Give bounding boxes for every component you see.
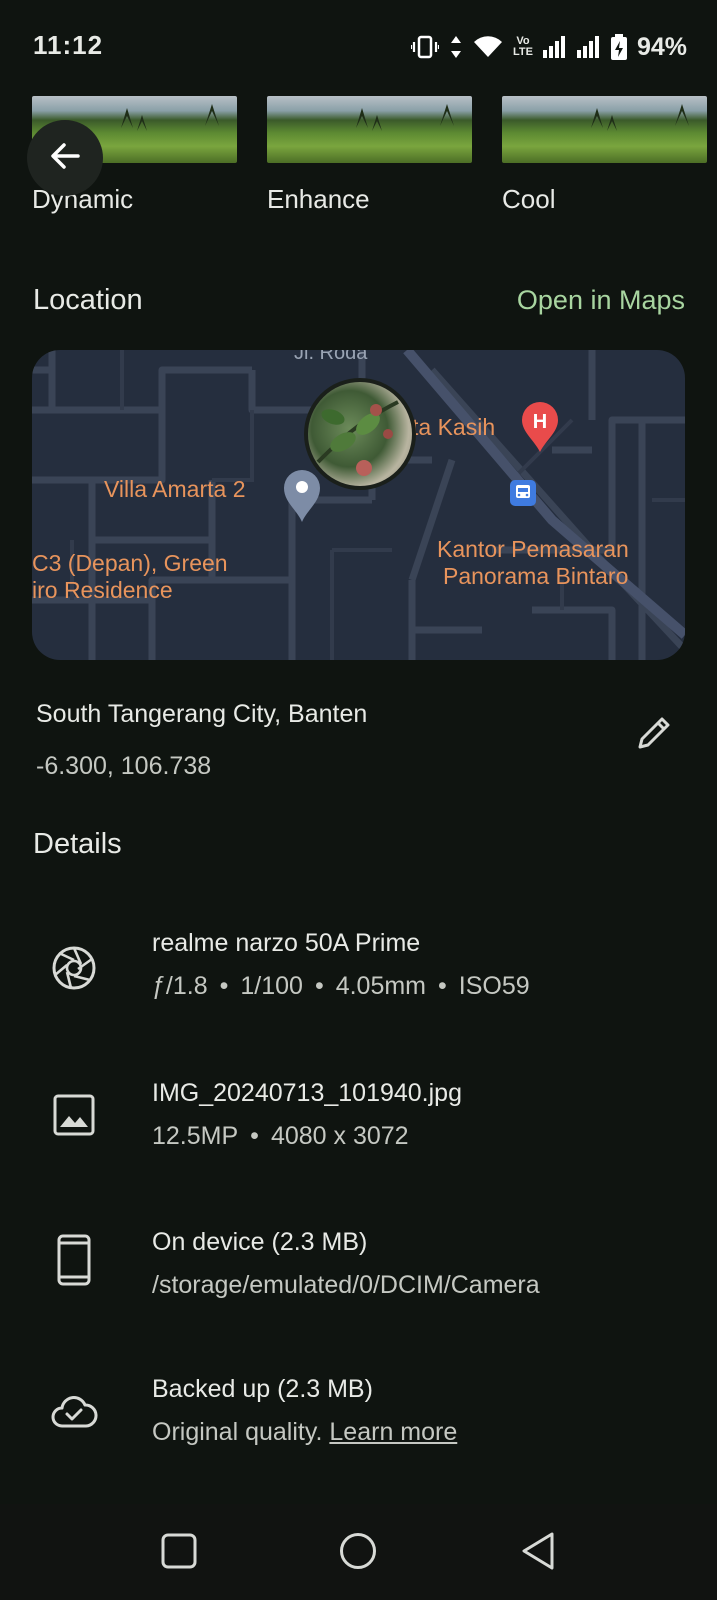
map-label-villa: Villa Amarta 2 xyxy=(104,476,246,502)
status-time: 11:12 xyxy=(33,30,104,60)
map-label-residence-2: iro Residence xyxy=(32,577,173,603)
recents-button[interactable] xyxy=(156,1530,202,1576)
backup-quality-text: Original quality. xyxy=(152,1418,323,1446)
file-detail-row: IMG_20240713_101940.jpg 12.5MP • 4080 x 30… xyxy=(0,1079,717,1195)
back-button[interactable] xyxy=(27,120,103,196)
map-label-office-2: Panorama Bintaro xyxy=(443,563,629,589)
map-pin-icon xyxy=(282,468,322,529)
signal-2-icon xyxy=(576,36,601,58)
location-place-name: South Tangerang City, Banten xyxy=(36,700,368,728)
shutter-speed: 1/100 xyxy=(240,972,303,1000)
system-nav-bar xyxy=(0,1504,717,1600)
bus-stop-icon xyxy=(510,480,536,511)
wifi-icon xyxy=(473,35,503,59)
data-arrows-icon xyxy=(449,35,463,59)
triangle-back-icon xyxy=(520,1531,556,1576)
location-map[interactable]: Jl. Roda ta Kasih H Villa Amarta 2 C3 (D… xyxy=(32,350,685,660)
battery-charging-icon xyxy=(610,34,627,60)
filter-label-enhance[interactable]: Enhance xyxy=(267,184,370,215)
status-bar: 11:12 Vo LTE 94% xyxy=(0,0,717,96)
battery-percent: 94% xyxy=(636,32,687,61)
filter-thumbnail-cool[interactable] xyxy=(502,96,707,163)
aperture-value: ƒ/1.8 xyxy=(152,972,208,1000)
file-info: 12.5MP • 4080 x 3072 xyxy=(152,1122,409,1151)
learn-more-link[interactable]: Learn more xyxy=(329,1418,457,1446)
vibrate-icon xyxy=(410,35,439,59)
signal-1-icon xyxy=(542,36,567,58)
map-label-office-1: Kantor Pemasaran xyxy=(437,536,629,562)
pencil-icon xyxy=(634,717,674,757)
backup-quality: Original quality. Learn more xyxy=(152,1418,457,1447)
phone-icon xyxy=(48,1234,100,1286)
edit-location-button[interactable] xyxy=(634,713,674,753)
separator: • xyxy=(219,972,229,1000)
separator: • xyxy=(314,972,324,1000)
megapixels: 12.5MP xyxy=(152,1122,239,1150)
file-name: IMG_20240713_101940.jpg xyxy=(152,1079,462,1107)
backup-detail-row: Backed up (2.3 MB) Original quality. Lea… xyxy=(0,1375,717,1491)
separator: • xyxy=(250,1122,259,1150)
location-heading: Location xyxy=(33,284,143,316)
hospital-pin-icon: H xyxy=(520,400,560,459)
iso-value: ISO59 xyxy=(458,972,530,1000)
storage-detail-row: On device (2.3 MB) /storage/emulated/0/D… xyxy=(0,1228,717,1344)
camera-model: realme narzo 50A Prime xyxy=(152,929,421,957)
camera-settings: ƒ/1.8 • 1/100 • 4.05mm • ISO59 xyxy=(152,972,530,1001)
svg-text:H: H xyxy=(533,411,547,433)
volte-icon: Vo LTE xyxy=(512,35,533,58)
backup-status: Backed up (2.3 MB) xyxy=(152,1375,373,1403)
home-button[interactable] xyxy=(335,1530,381,1576)
focal-length: 4.05mm xyxy=(335,972,427,1000)
aperture-icon xyxy=(48,942,100,994)
filter-strip: Dynamic Enhance Cool xyxy=(0,96,717,216)
details-heading: Details xyxy=(33,828,122,860)
separator: • xyxy=(438,972,447,1000)
open-in-maps-link[interactable]: Open in Maps xyxy=(517,285,685,316)
arrow-left-icon xyxy=(48,139,82,178)
circle-icon xyxy=(339,1532,377,1575)
storage-path: /storage/emulated/0/DCIM/Camera xyxy=(152,1271,540,1299)
map-label-hospital: ta Kasih xyxy=(412,414,496,440)
status-icons: Vo LTE 94% xyxy=(410,30,687,64)
image-icon xyxy=(48,1089,100,1141)
photo-location-marker xyxy=(304,378,416,490)
square-icon xyxy=(161,1533,197,1574)
map-label-residence-1: C3 (Depan), Green xyxy=(32,550,228,576)
location-coordinates: -6.300, 106.738 xyxy=(36,752,212,780)
camera-detail-row: realme narzo 50A Prime ƒ/1.8 • 1/100 • 4.05m… xyxy=(0,929,717,1045)
storage-location: On device (2.3 MB) xyxy=(152,1228,368,1256)
resolution: 4080 x 3072 xyxy=(270,1122,409,1150)
filter-label-cool[interactable]: Cool xyxy=(502,184,555,215)
nav-back-button[interactable] xyxy=(515,1530,561,1576)
cloud-check-icon xyxy=(48,1385,100,1437)
filter-thumbnail-enhance[interactable] xyxy=(267,96,472,163)
map-road-label: Jl. Roda xyxy=(294,350,368,364)
